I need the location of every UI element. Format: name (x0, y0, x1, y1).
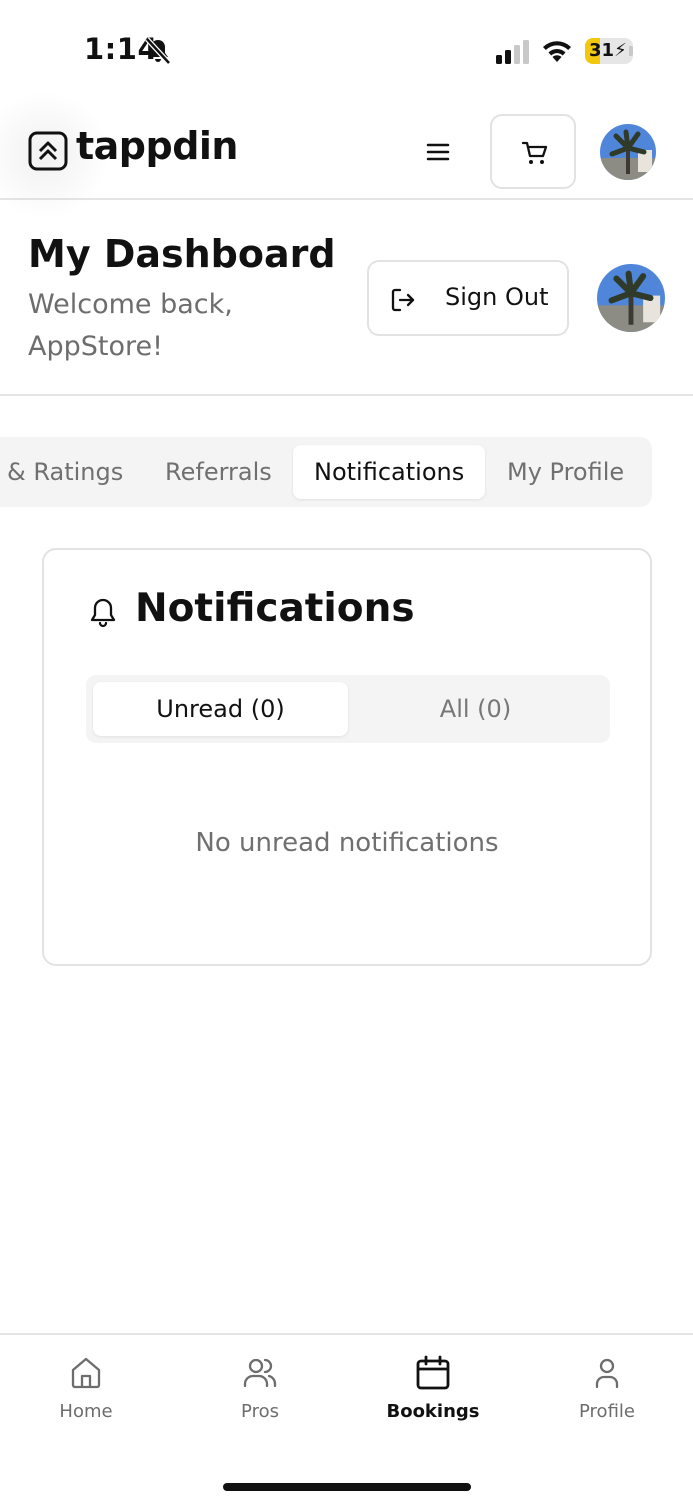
bell-icon (90, 598, 116, 628)
nav-home-label: Home (59, 1401, 113, 1422)
top-header: tappdin (0, 90, 693, 220)
avatar-photo (600, 124, 656, 180)
tab-my-profile[interactable]: My Profile (507, 445, 624, 499)
logo-text: tappdin (76, 124, 239, 168)
shopping-cart-icon (521, 141, 548, 164)
filter-unread[interactable]: Unread (0) (93, 682, 348, 736)
nav-profile[interactable]: Profile (547, 1355, 667, 1435)
notifications-title: Notifications (135, 586, 415, 631)
battery-percent: 31⚡ (589, 40, 627, 61)
users-icon (243, 1358, 277, 1388)
tab-referrals[interactable]: Referrals (165, 445, 272, 499)
sign-out-label: Sign Out (445, 283, 549, 311)
battery-cap (629, 46, 633, 56)
status-bar: 1:14 31⚡ (0, 0, 693, 100)
nav-pros-label: Pros (241, 1401, 279, 1422)
cart-button[interactable] (490, 114, 576, 189)
bell-slash-icon (145, 37, 171, 65)
sign-out-button[interactable]: Sign Out (367, 260, 569, 336)
dashboard-tabs: & Ratings Referrals Notifications My Pro… (0, 437, 652, 507)
hamburger-menu-icon[interactable] (420, 136, 456, 168)
notifications-card: Notifications Unread (0) All (0) No unre… (42, 548, 652, 966)
nav-home[interactable]: Home (26, 1355, 146, 1435)
avatar-photo (597, 264, 665, 332)
user-avatar[interactable] (600, 124, 656, 180)
filter-all[interactable]: All (0) (348, 682, 603, 736)
page-title: My Dashboard (28, 232, 336, 276)
home-icon (71, 1357, 101, 1389)
tab-ratings[interactable]: & Ratings (7, 445, 123, 499)
bottom-nav: Home Pros Bookings Profile (0, 1333, 693, 1500)
chevrons-up-icon (28, 131, 68, 171)
profile-avatar[interactable] (597, 264, 665, 332)
nav-pros[interactable]: Pros (200, 1355, 320, 1435)
dashboard-header: My Dashboard Welcome back, AppStore! Sig… (0, 202, 693, 396)
nav-bookings[interactable]: Bookings (373, 1355, 493, 1435)
notification-filter: Unread (0) All (0) (86, 675, 610, 743)
calendar-icon (416, 1355, 450, 1390)
nav-profile-label: Profile (579, 1401, 635, 1422)
cellular-signal-icon (496, 40, 529, 64)
nav-bookings-label: Bookings (386, 1401, 480, 1422)
person-icon (595, 1358, 619, 1389)
log-out-icon (391, 288, 415, 312)
wifi-icon (543, 41, 571, 62)
logo[interactable]: tappdin (0, 90, 239, 220)
empty-state-message: No unread notifications (195, 828, 499, 858)
welcome-text: Welcome back, AppStore! (28, 289, 233, 362)
tab-notifications[interactable]: Notifications (293, 445, 486, 499)
battery-indicator: 31⚡ (585, 38, 633, 64)
home-indicator (223, 1483, 471, 1491)
